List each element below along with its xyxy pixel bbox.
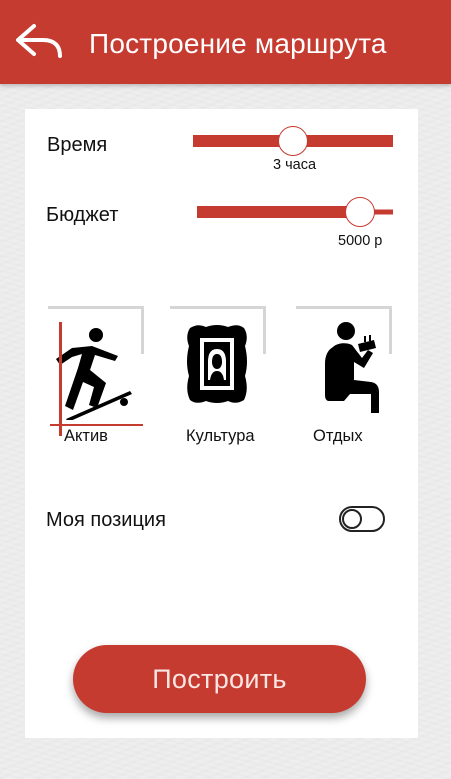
back-arrow-icon — [16, 24, 62, 58]
budget-label: Бюджет — [46, 204, 119, 226]
budget-slider-knob[interactable] — [344, 197, 375, 227]
budget-value: 5000 р — [338, 233, 383, 249]
category-rest[interactable]: Отдых — [296, 306, 392, 445]
selection-marker-vertical — [59, 322, 62, 436]
sitting-person-icon — [325, 322, 379, 413]
position-toggle[interactable] — [339, 506, 385, 532]
app-bar: Построение маршрута — [0, 0, 451, 84]
time-slider[interactable] — [193, 125, 393, 157]
budget-slider-track — [197, 206, 360, 218]
category-culture[interactable]: Культура — [170, 306, 266, 445]
selection-marker-horizontal — [50, 424, 143, 426]
time-label: Время — [47, 134, 108, 156]
build-route-label: Построить — [152, 663, 287, 694]
position-label: Моя позиция — [46, 509, 166, 531]
category-active[interactable]: Актив — [48, 306, 144, 445]
back-button[interactable] — [10, 18, 68, 66]
time-value: 3 часа — [273, 157, 317, 173]
skateboarder-icon — [56, 328, 132, 420]
position-toggle-thumb — [342, 509, 362, 529]
budget-slider[interactable] — [197, 196, 393, 228]
filters-card: Время 3 часа Бюджет 5000 р Актив Культур… — [25, 109, 418, 738]
portrait-frame-icon — [187, 325, 247, 403]
category-label: Отдых — [313, 427, 363, 445]
build-route-button[interactable]: Построить — [73, 645, 366, 713]
time-slider-knob[interactable] — [278, 126, 308, 156]
page-title: Построение маршрута — [89, 28, 387, 59]
route-builder-screen: Построение маршрута Время 3 часа Бюджет … — [0, 0, 451, 779]
